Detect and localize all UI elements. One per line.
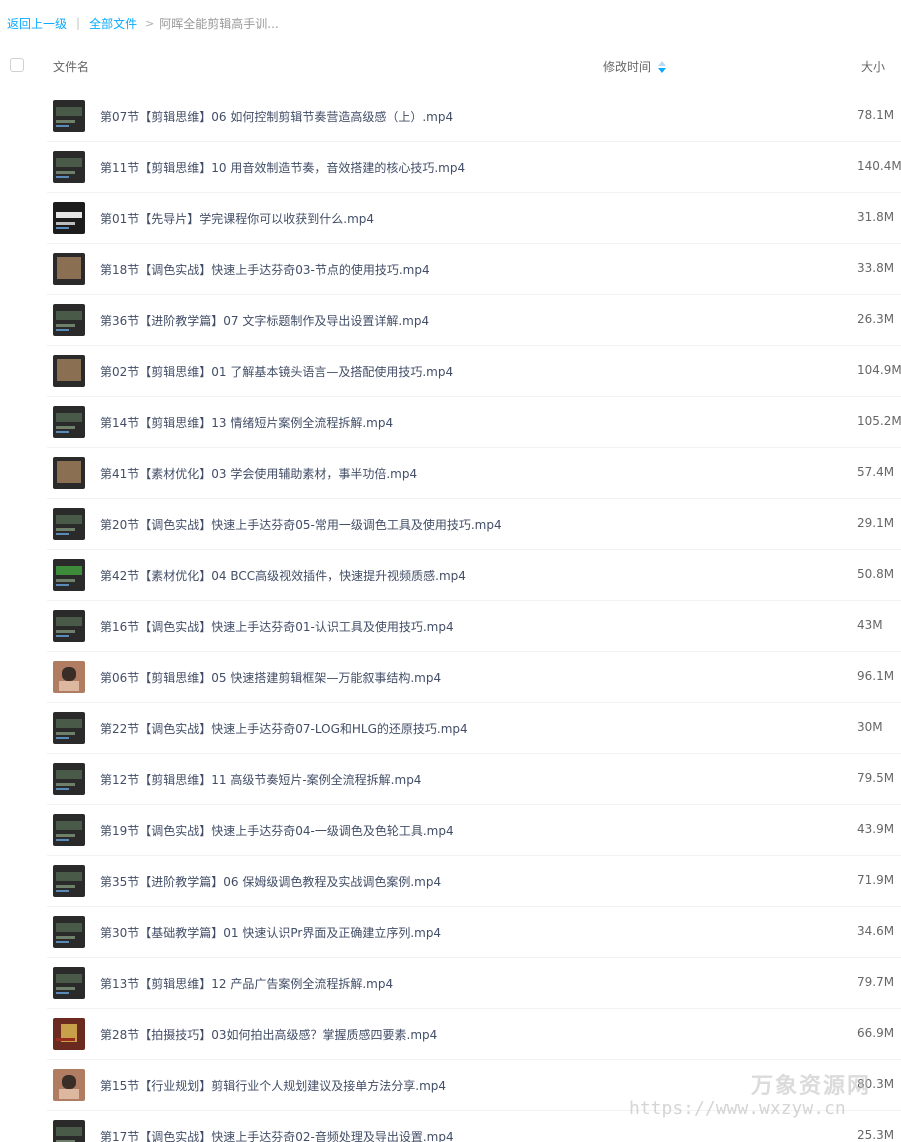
timeline-icon — [53, 712, 85, 744]
bw-title-icon — [53, 202, 85, 234]
file-name[interactable]: 第22节【调色实战】快速上手达芬奇07-LOG和HLG的还原技巧.mp4 — [100, 720, 468, 737]
column-header-name[interactable]: 文件名 — [53, 58, 89, 75]
video-frame-icon — [53, 253, 85, 285]
file-size: 31.8M — [857, 210, 895, 224]
file-row[interactable]: 第28节【拍摄技巧】03如何拍出高级感？掌握质感四要素.mp4 66.9M — [0, 1009, 901, 1060]
timeline-icon — [53, 406, 85, 438]
presenter-face-icon — [53, 1069, 85, 1101]
file-size: 34.6M — [857, 924, 895, 938]
file-size: 26.3M — [857, 312, 895, 326]
file-row[interactable]: 第19节【调色实战】快速上手达芬奇04-一级调色及色轮工具.mp4 43.9M — [0, 805, 901, 856]
timeline-icon — [53, 916, 85, 948]
file-size: 25.3M — [857, 1128, 895, 1142]
column-header-modified-label: 修改时间 — [603, 60, 652, 74]
red-scene-icon — [53, 1018, 85, 1050]
file-size: 43.9M — [857, 822, 895, 836]
file-row[interactable]: 第18节【调色实战】快速上手达芬奇03-节点的使用技巧.mp4 33.8M — [0, 244, 901, 295]
file-name[interactable]: 第15节【行业规划】剪辑行业个人规划建议及接单方法分享.mp4 — [100, 1077, 446, 1094]
file-size: 104.9M — [857, 363, 901, 377]
file-row[interactable]: 第22节【调色实战】快速上手达芬奇07-LOG和HLG的还原技巧.mp4 30M — [0, 703, 901, 754]
file-name[interactable]: 第06节【剪辑思维】05 快速搭建剪辑框架—万能叙事结构.mp4 — [100, 669, 441, 686]
file-size: 50.8M — [857, 567, 895, 581]
file-row[interactable]: 第35节【进阶教学篇】06 保姆级调色教程及实战调色案例.mp4 71.9M — [0, 856, 901, 907]
file-name[interactable]: 第35节【进阶教学篇】06 保姆级调色教程及实战调色案例.mp4 — [100, 873, 441, 890]
file-row[interactable]: 第02节【剪辑思维】01 了解基本镜头语言—及搭配使用技巧.mp4 104.9M — [0, 346, 901, 397]
timeline-icon — [53, 814, 85, 846]
file-name[interactable]: 第41节【素材优化】03 学会使用辅助素材，事半功倍.mp4 — [100, 465, 417, 482]
file-row[interactable]: 第30节【基础教学篇】01 快速认识Pr界面及正确建立序列.mp4 34.6M — [0, 907, 901, 958]
green-plugin-icon — [53, 559, 85, 591]
timeline-icon — [53, 610, 85, 642]
file-name[interactable]: 第19节【调色实战】快速上手达芬奇04-一级调色及色轮工具.mp4 — [100, 822, 454, 839]
timeline-icon — [53, 304, 85, 336]
breadcrumb-arrow-icon: > — [145, 16, 155, 30]
column-header-modified[interactable]: 修改时间 — [603, 58, 667, 75]
file-size: 57.4M — [857, 465, 895, 479]
presenter-face-icon — [53, 661, 85, 693]
file-name[interactable]: 第14节【剪辑思维】13 情绪短片案例全流程拆解.mp4 — [100, 414, 393, 431]
file-row[interactable]: 第41节【素材优化】03 学会使用辅助素材，事半功倍.mp4 57.4M — [0, 448, 901, 499]
breadcrumb-separator: | — [76, 16, 81, 30]
file-row[interactable]: 第42节【素材优化】04 BCC高级视效插件，快速提升视频质感.mp4 50.8M — [0, 550, 901, 601]
file-size: 140.4M — [857, 159, 901, 173]
file-row[interactable]: 第13节【剪辑思维】12 产品广告案例全流程拆解.mp4 79.7M — [0, 958, 901, 1009]
file-row[interactable]: 第06节【剪辑思维】05 快速搭建剪辑框架—万能叙事结构.mp4 96.1M — [0, 652, 901, 703]
file-name[interactable]: 第07节【剪辑思维】06 如何控制剪辑节奏营造高级感（上）.mp4 — [100, 108, 453, 125]
file-list: 第07节【剪辑思维】06 如何控制剪辑节奏营造高级感（上）.mp4 78.1M 第1… — [0, 91, 901, 1142]
file-name[interactable]: 第18节【调色实战】快速上手达芬奇03-节点的使用技巧.mp4 — [100, 261, 430, 278]
file-name[interactable]: 第42节【素材优化】04 BCC高级视效插件，快速提升视频质感.mp4 — [100, 567, 466, 584]
file-name[interactable]: 第02节【剪辑思维】01 了解基本镜头语言—及搭配使用技巧.mp4 — [100, 363, 453, 380]
watermark-title: 万象资源网 — [751, 1074, 872, 1099]
file-size: 33.8M — [857, 261, 895, 275]
file-name[interactable]: 第12节【剪辑思维】11 高级节奏短片-案例全流程拆解.mp4 — [100, 771, 421, 788]
file-size: 30M — [857, 720, 883, 734]
file-size: 66.9M — [857, 1026, 895, 1040]
timeline-icon — [53, 763, 85, 795]
file-row[interactable]: 第36节【进阶教学篇】07 文字标题制作及导出设置详解.mp4 26.3M — [0, 295, 901, 346]
file-name[interactable]: 第01节【先导片】学完课程你可以收获到什么.mp4 — [100, 210, 374, 227]
all-files-link[interactable]: 全部文件 — [89, 15, 137, 32]
breadcrumb: 返回上一级 | 全部文件 > 阿晖全能剪辑高手训... — [7, 14, 279, 32]
file-size: 78.1M — [857, 108, 895, 122]
file-browser: 返回上一级 | 全部文件 > 阿晖全能剪辑高手训... 文件名 修改时间 大小 … — [0, 0, 901, 1142]
select-all-checkbox[interactable] — [10, 58, 24, 72]
file-name[interactable]: 第13节【剪辑思维】12 产品广告案例全流程拆解.mp4 — [100, 975, 393, 992]
file-size: 96.1M — [857, 669, 895, 683]
file-size: 71.9M — [857, 873, 895, 887]
sort-icon[interactable] — [658, 60, 667, 73]
file-row[interactable]: 第20节【调色实战】快速上手达芬奇05-常用一级调色工具及使用技巧.mp4 29.… — [0, 499, 901, 550]
video-frame-icon — [53, 355, 85, 387]
file-name[interactable]: 第36节【进阶教学篇】07 文字标题制作及导出设置详解.mp4 — [100, 312, 429, 329]
watermark-url: https://www.wxzyw.cn — [629, 1098, 846, 1119]
file-row[interactable]: 第07节【剪辑思维】06 如何控制剪辑节奏营造高级感（上）.mp4 78.1M — [0, 91, 901, 142]
file-name[interactable]: 第28节【拍摄技巧】03如何拍出高级感？掌握质感四要素.mp4 — [100, 1026, 437, 1043]
file-size: 43M — [857, 618, 883, 632]
file-row[interactable]: 第11节【剪辑思维】10 用音效制造节奏，音效搭建的核心技巧.mp4 140.4M — [0, 142, 901, 193]
video-frame-icon — [53, 457, 85, 489]
timeline-icon — [53, 151, 85, 183]
file-size: 79.7M — [857, 975, 895, 989]
file-row[interactable]: 第01节【先导片】学完课程你可以收获到什么.mp4 31.8M — [0, 193, 901, 244]
current-folder: 阿晖全能剪辑高手训... — [159, 16, 279, 31]
file-size: 105.2M — [857, 414, 901, 428]
list-header: 文件名 修改时间 大小 — [0, 48, 901, 86]
file-name[interactable]: 第16节【调色实战】快速上手达芬奇01-认识工具及使用技巧.mp4 — [100, 618, 454, 635]
timeline-icon — [53, 865, 85, 897]
file-name[interactable]: 第11节【剪辑思维】10 用音效制造节奏，音效搭建的核心技巧.mp4 — [100, 159, 465, 176]
timeline-icon — [53, 508, 85, 540]
file-name[interactable]: 第20节【调色实战】快速上手达芬奇05-常用一级调色工具及使用技巧.mp4 — [100, 516, 502, 533]
column-header-size[interactable]: 大小 — [861, 58, 885, 75]
timeline-icon — [53, 967, 85, 999]
timeline-icon — [53, 1120, 85, 1142]
file-row[interactable]: 第14节【剪辑思维】13 情绪短片案例全流程拆解.mp4 105.2M — [0, 397, 901, 448]
back-link[interactable]: 返回上一级 — [7, 15, 67, 32]
file-size: 29.1M — [857, 516, 895, 530]
file-name[interactable]: 第17节【调色实战】快速上手达芬奇02-音频处理及导出设置.mp4 — [100, 1128, 454, 1142]
file-row[interactable]: 第16节【调色实战】快速上手达芬奇01-认识工具及使用技巧.mp4 43M — [0, 601, 901, 652]
file-name[interactable]: 第30节【基础教学篇】01 快速认识Pr界面及正确建立序列.mp4 — [100, 924, 441, 941]
file-row[interactable]: 第12节【剪辑思维】11 高级节奏短片-案例全流程拆解.mp4 79.5M — [0, 754, 901, 805]
file-size: 79.5M — [857, 771, 895, 785]
timeline-icon — [53, 100, 85, 132]
